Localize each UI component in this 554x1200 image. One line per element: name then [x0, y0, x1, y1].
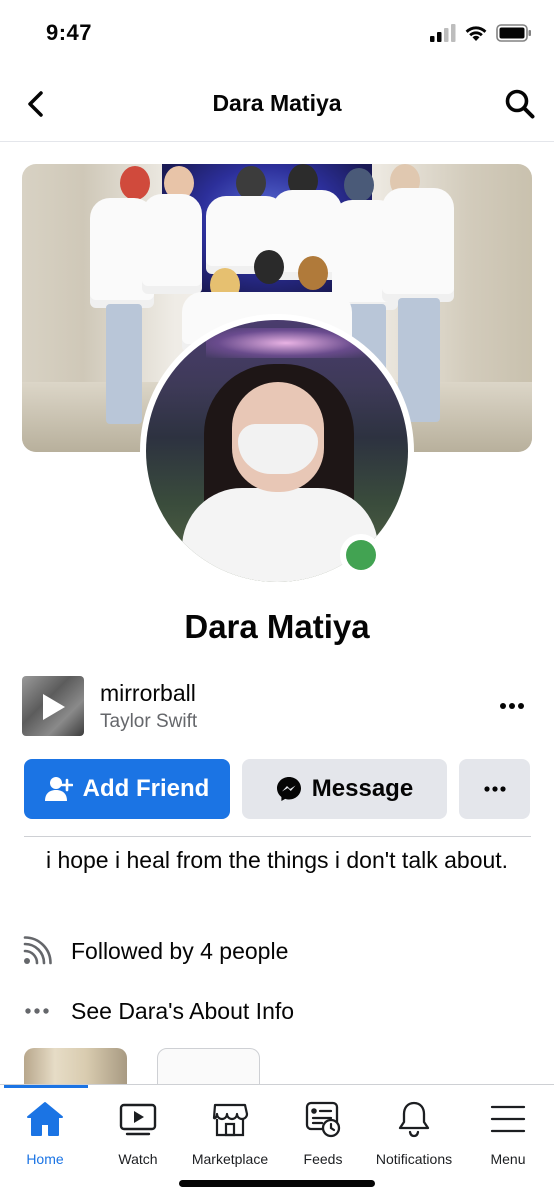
tab-feeds[interactable]: Feeds	[275, 1099, 371, 1169]
status-icons	[430, 24, 532, 42]
add-friend-button[interactable]: Add Friend	[24, 759, 230, 819]
cover-figure-head	[120, 166, 150, 200]
rss-icon	[22, 936, 52, 966]
music-more-button[interactable]	[496, 694, 528, 718]
cover-figure-head	[236, 166, 266, 200]
status-bar: 9:47	[0, 0, 554, 66]
message-label: Message	[311, 775, 414, 802]
feeds-icon	[303, 1099, 343, 1139]
home-icon	[25, 1099, 65, 1139]
about-info-text: See Dara's About Info	[71, 997, 295, 1024]
tab-label: Menu	[490, 1151, 526, 1167]
about-info-row[interactable]: See Dara's About Info	[22, 991, 294, 1031]
menu-icon	[488, 1099, 528, 1139]
song-artist: Taylor Swift	[100, 711, 198, 732]
tab-label: Marketplace	[191, 1151, 269, 1167]
followers-row[interactable]: Followed by 4 people	[22, 931, 288, 971]
watch-icon	[118, 1099, 158, 1139]
profile-name: Dara Matiya	[184, 608, 370, 645]
tab-menu[interactable]: Menu	[460, 1099, 554, 1169]
search-icon	[505, 89, 535, 119]
online-status-dot	[340, 534, 382, 576]
wifi-icon	[465, 26, 487, 41]
active-tab-indicator	[4, 1085, 88, 1088]
nav-header: Dara Matiya	[0, 66, 554, 142]
cover-figure-head	[344, 168, 374, 202]
message-button[interactable]: Message	[242, 759, 447, 819]
tab-watch[interactable]: Watch	[90, 1099, 186, 1169]
cover-figure-head	[254, 250, 284, 284]
play-icon	[43, 694, 65, 720]
cover-figure	[142, 194, 202, 294]
tab-home[interactable]: Home	[0, 1099, 93, 1169]
followers-text: Followed by 4 people	[71, 937, 289, 964]
bell-icon	[394, 1099, 434, 1139]
cellular-signal-icon	[430, 24, 456, 42]
more-horizontal-icon	[500, 703, 524, 709]
add-friend-label: Add Friend	[82, 775, 210, 802]
search-button[interactable]	[502, 86, 538, 122]
tab-label: Home	[26, 1151, 64, 1167]
more-horizontal-icon	[22, 996, 52, 1026]
tab-notifications[interactable]: Notifications	[366, 1099, 462, 1169]
profile-more-button[interactable]	[459, 759, 530, 819]
tab-label: Notifications	[375, 1151, 453, 1167]
tab-marketplace[interactable]: Marketplace	[182, 1099, 278, 1169]
messenger-icon	[276, 777, 301, 801]
tab-label: Feeds	[303, 1151, 343, 1167]
more-horizontal-icon	[483, 786, 506, 792]
profile-bio: i hope i heal from the things i don't ta…	[45, 847, 509, 873]
home-indicator	[179, 1180, 375, 1187]
divider	[24, 836, 531, 837]
status-time: 9:47	[46, 20, 93, 45]
page-title: Dara Matiya	[212, 90, 342, 116]
album-art[interactable]	[22, 676, 84, 736]
add-friend-icon	[44, 777, 73, 801]
profile-music[interactable]: mirrorball Taylor Swift	[22, 676, 532, 738]
marketplace-icon	[210, 1099, 250, 1139]
cover-figure-jeans	[106, 304, 142, 424]
battery-icon	[496, 24, 531, 42]
cover-figure	[382, 188, 454, 302]
cover-figure-head	[298, 256, 328, 290]
tab-label: Watch	[118, 1151, 158, 1167]
song-title: mirrorball	[100, 680, 196, 706]
